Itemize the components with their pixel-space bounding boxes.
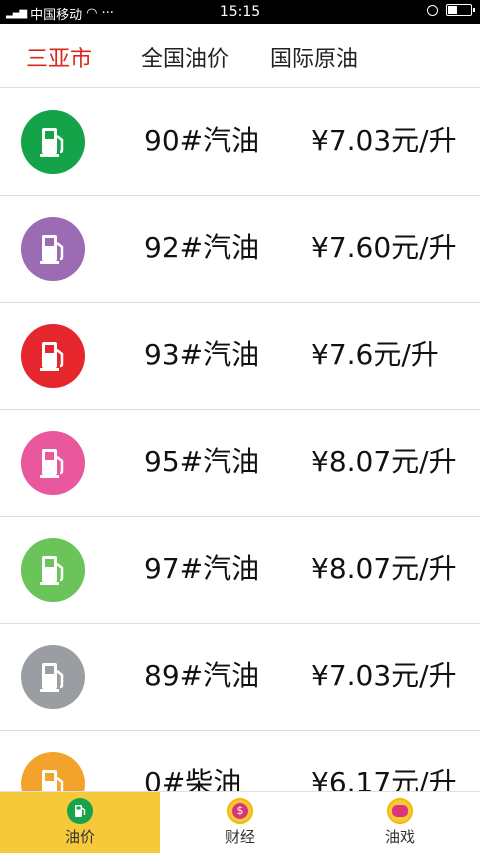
fuel-pump-icon bbox=[67, 798, 93, 824]
nav-item-game[interactable]: 油戏 bbox=[320, 792, 480, 853]
fuel-pump-icon bbox=[21, 645, 85, 709]
fuel-pump-icon bbox=[21, 324, 85, 388]
fuel-price: ¥7.6元/升 bbox=[311, 338, 439, 371]
gamepad-icon bbox=[387, 798, 413, 824]
fuel-row[interactable]: 93#汽油 ¥7.6元/升 bbox=[0, 303, 480, 410]
fuel-row[interactable]: 90#汽油 ¥7.03元/升 bbox=[0, 89, 480, 196]
bottom-nav: 油价 $ 财经 油戏 bbox=[0, 791, 480, 853]
fuel-name: 0#柴油 bbox=[144, 766, 242, 791]
fuel-name: 92#汽油 bbox=[144, 231, 260, 264]
battery-icon bbox=[446, 4, 475, 16]
nav-item-oil-price[interactable]: 油价 bbox=[0, 792, 160, 853]
fuel-row[interactable]: 89#汽油 ¥7.03元/升 bbox=[0, 624, 480, 731]
fuel-pump-icon bbox=[21, 110, 85, 174]
nav-item-finance[interactable]: $ 财经 bbox=[160, 792, 320, 853]
fuel-row[interactable]: 92#汽油 ¥7.60元/升 bbox=[0, 196, 480, 303]
fuel-name: 89#汽油 bbox=[144, 659, 260, 692]
fuel-pump-icon bbox=[21, 538, 85, 602]
fuel-pump-icon bbox=[21, 752, 85, 791]
fuel-price-list[interactable]: 90#汽油 ¥7.03元/升 92#汽油 ¥7.60元/升 93#汽油 ¥7.6元/升 95… bbox=[0, 89, 480, 791]
tab-international-crude[interactable]: 国际原油 bbox=[270, 41, 358, 73]
fuel-price: ¥7.03元/升 bbox=[311, 124, 457, 157]
alarm-icon bbox=[427, 4, 438, 16]
fuel-price: ¥7.60元/升 bbox=[311, 231, 457, 264]
clock: 15:15 bbox=[219, 4, 261, 20]
fuel-row[interactable]: 95#汽油 ¥8.07元/升 bbox=[0, 410, 480, 517]
nav-label-finance: 财经 bbox=[224, 828, 255, 846]
fuel-name: 90#汽油 bbox=[144, 124, 260, 157]
status-right bbox=[427, 4, 475, 16]
fuel-price: ¥8.07元/升 bbox=[311, 445, 457, 478]
fuel-price: ¥7.03元/升 bbox=[311, 659, 457, 692]
fuel-name: 97#汽油 bbox=[144, 552, 260, 585]
fuel-row[interactable]: 0#柴油 ¥6.17元/升 bbox=[0, 731, 480, 791]
fuel-row[interactable]: 97#汽油 ¥8.07元/升 bbox=[0, 517, 480, 624]
tab-national-prices[interactable]: 全国油价 bbox=[141, 41, 229, 73]
fuel-pump-icon bbox=[21, 217, 85, 281]
nav-label-game: 油戏 bbox=[384, 828, 415, 846]
fuel-pump-icon bbox=[21, 431, 85, 495]
dollar-coin-icon: $ bbox=[227, 798, 253, 824]
fuel-name: 93#汽油 bbox=[144, 338, 260, 371]
tab-city[interactable]: 三亚市 bbox=[26, 41, 92, 73]
nav-label-oil-price: 油价 bbox=[64, 828, 95, 846]
fuel-price: ¥6.17元/升 bbox=[311, 766, 457, 791]
fuel-name: 95#汽油 bbox=[144, 445, 260, 478]
top-tab-bar: 三亚市 全国油价 国际原油 bbox=[0, 24, 480, 88]
status-bar: ▂▄▆ 中国移动 ◠ ··· 15:15 bbox=[0, 0, 480, 24]
fuel-price: ¥8.07元/升 bbox=[311, 552, 457, 585]
